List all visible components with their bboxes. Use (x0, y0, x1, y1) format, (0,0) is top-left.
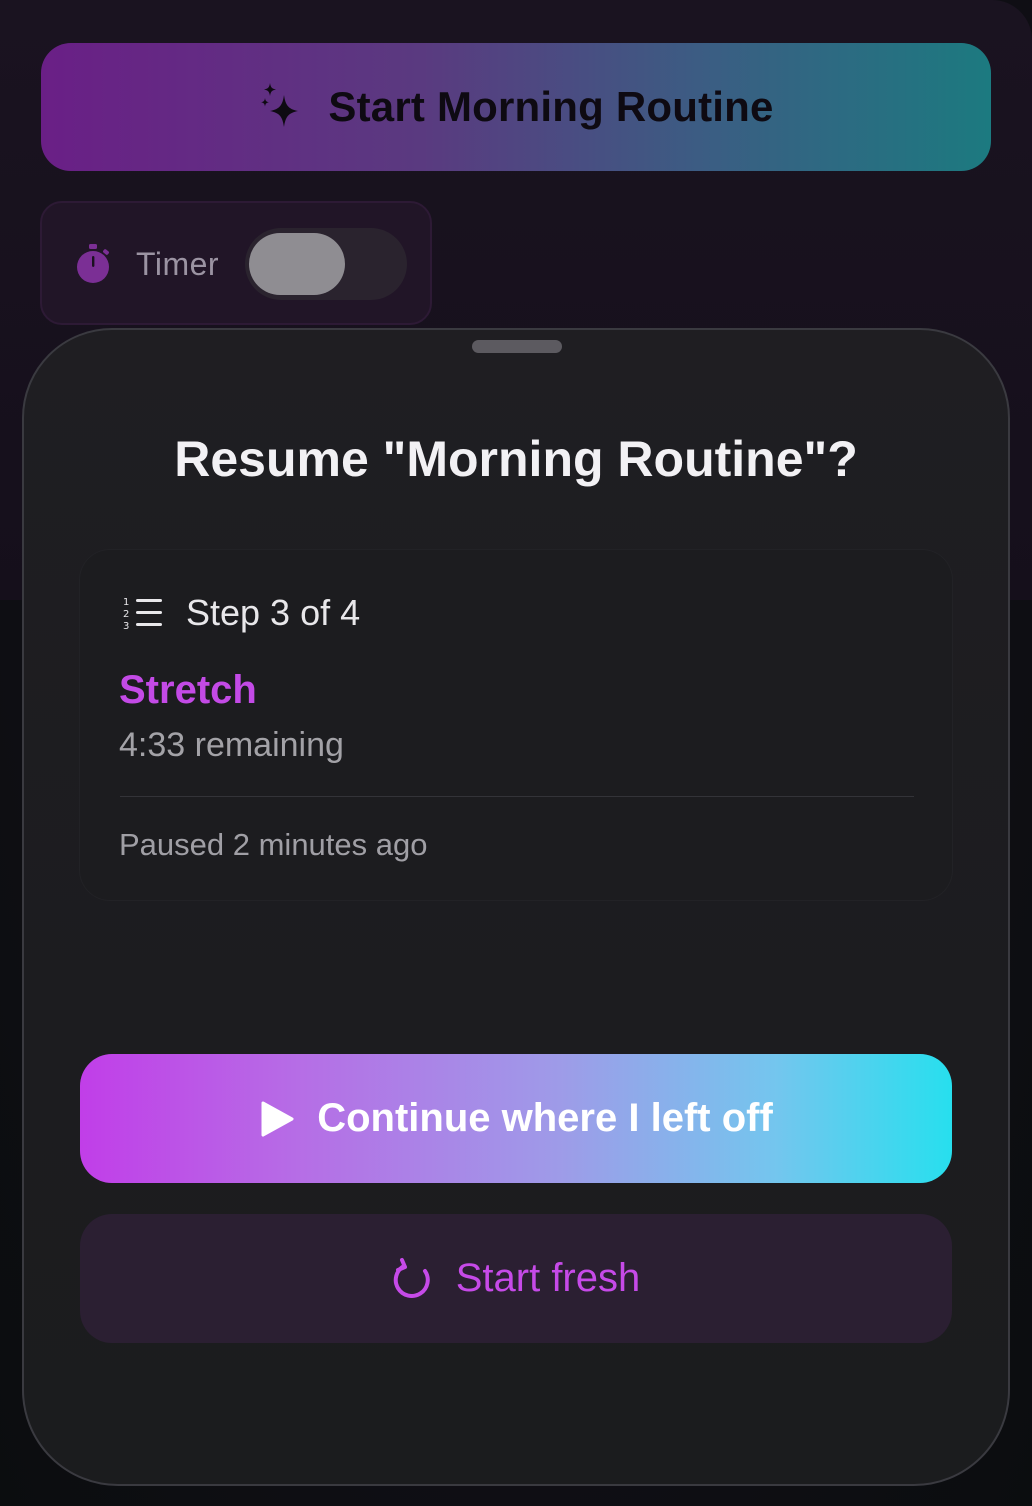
continue-button[interactable]: Continue where I left off (80, 1054, 952, 1183)
play-icon (261, 1101, 294, 1136)
timer-toggle[interactable] (245, 228, 407, 300)
start-routine-label: Start Morning Routine (328, 83, 774, 130)
numbered-list-icon: 1 2 3 (123, 597, 162, 631)
refresh-icon (393, 1257, 430, 1298)
timer-label: Timer (136, 246, 220, 282)
paused-status: Paused 2 minutes ago (119, 827, 428, 862)
sheet-title: Resume "Morning Routine"? (174, 431, 858, 487)
start-fresh-label: Start fresh (455, 1256, 641, 1300)
step-indicator: Step 3 of 4 (186, 592, 361, 633)
stopwatch-icon (77, 244, 109, 283)
toggle-knob (249, 233, 345, 295)
step-name: Stretch (119, 668, 257, 712)
start-morning-routine-button[interactable]: Start Morning Routine (41, 43, 991, 171)
app-screen: Start Morning Routine Timer Resume "Morn… (0, 0, 1032, 1506)
divider (120, 796, 914, 797)
svg-text:3: 3 (123, 621, 129, 631)
time-remaining: 4:33 remaining (119, 726, 344, 764)
sparkle-icon (261, 83, 299, 127)
start-fresh-button[interactable]: Start fresh (80, 1214, 952, 1343)
continue-label: Continue where I left off (317, 1096, 773, 1140)
svg-text:1: 1 (123, 597, 129, 608)
svg-text:2: 2 (123, 609, 129, 620)
sheet-grabber[interactable] (472, 340, 562, 353)
